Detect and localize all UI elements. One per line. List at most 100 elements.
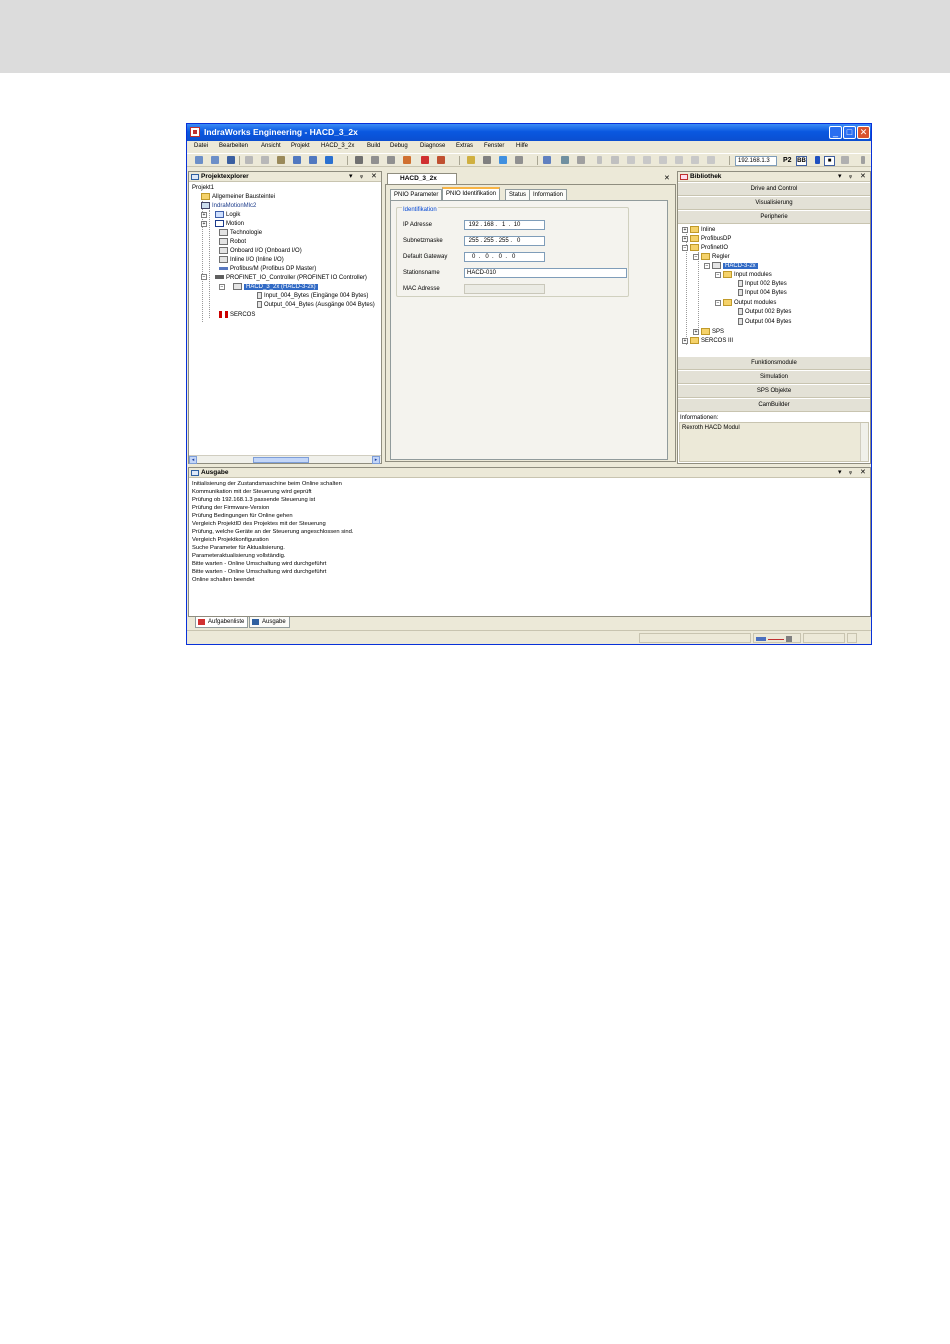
maximize-button[interactable]: □ [843, 126, 856, 139]
tree-item-inline-io[interactable]: Inline I/O (Inline I/O) [219, 256, 284, 265]
scroll-right-icon[interactable]: ▸ [372, 456, 380, 464]
lib-item-sps[interactable]: + SPS [693, 328, 724, 337]
ip-address-field[interactable]: 192 . 168 . 1 . 10 [464, 220, 545, 230]
sync-icon[interactable] [577, 156, 585, 164]
step-over-icon[interactable] [643, 156, 651, 164]
menu-hacd[interactable]: HACD_3_2x [321, 143, 354, 149]
step-icon[interactable] [627, 156, 635, 164]
lib-item-profinetio[interactable]: − ProfinetIO [682, 244, 728, 253]
lib-item-input-modules[interactable]: − Input modules [715, 271, 772, 280]
view-icon[interactable] [499, 156, 507, 164]
tree-item-logik[interactable]: + Logik [201, 211, 240, 220]
tab-pnio-identifikation[interactable]: PNIO Identifikation [442, 187, 501, 200]
tree-item-output-004[interactable]: Output_004_Bytes (Ausgänge 004 Bytes) [257, 301, 375, 310]
expand-icon[interactable]: + [682, 235, 688, 242]
library-section-cambuilder[interactable]: CamBuilder [678, 399, 870, 412]
tree-item-sercos[interactable]: SERCOS [219, 311, 255, 320]
scan-icon[interactable] [561, 156, 569, 164]
menu-hilfe[interactable]: Hilfe [516, 143, 528, 149]
stop-icon[interactable] [611, 156, 619, 164]
close-button[interactable]: ✕ [857, 126, 870, 139]
run-icon[interactable] [597, 156, 602, 164]
lib-item-sercos3[interactable]: + SERCOS III [682, 337, 733, 346]
breakpoint-icon[interactable] [675, 156, 683, 164]
panel-menu-icon[interactable]: ▾ [349, 172, 353, 180]
scroll-left-icon[interactable]: ◂ [189, 456, 197, 464]
download-icon[interactable] [403, 156, 411, 164]
expand-icon[interactable]: + [201, 211, 207, 218]
menu-diagnose[interactable]: Diagnose [420, 143, 445, 149]
tree-item-hacd[interactable]: − HACD_3_2x (HACD-3-2x) [219, 283, 318, 292]
network-icon[interactable] [543, 156, 551, 164]
save-icon[interactable] [227, 156, 235, 164]
open-icon[interactable] [211, 156, 219, 164]
library-section-funktionsmodule[interactable]: Funktionsmodule [678, 357, 870, 370]
lib-item-input-002[interactable]: Input 002 Bytes [738, 280, 787, 289]
collapse-icon[interactable]: − [715, 271, 721, 278]
tree-item-profibus[interactable]: Profibus/M (Profibus DP Master) [219, 265, 316, 274]
panel-close-icon[interactable]: ✕ [371, 172, 377, 180]
clean-icon[interactable] [387, 156, 395, 164]
lib-item-output-modules[interactable]: − Output modules [715, 299, 776, 308]
info-vertical-scrollbar[interactable] [860, 423, 868, 461]
new-icon[interactable] [195, 156, 203, 164]
tab-pnio-parameter[interactable]: PNIO Parameter [390, 189, 443, 200]
bb-button[interactable]: BB [796, 156, 807, 166]
tree-item-motion[interactable]: + Motion [201, 220, 244, 229]
paste-icon[interactable] [277, 156, 285, 164]
lib-item-output-002[interactable]: Output 002 Bytes [738, 308, 791, 317]
panel-close-icon[interactable]: ✕ [860, 468, 866, 476]
tree-item-input-004[interactable]: Input_004_Bytes (Eingänge 004 Bytes) [257, 292, 368, 301]
collapse-icon[interactable]: − [219, 283, 225, 290]
menu-bearbeiten[interactable]: Bearbeiten [219, 143, 248, 149]
panel-menu-icon[interactable]: ▾ [838, 468, 842, 476]
tree-item-project[interactable]: Projekt1 [192, 184, 214, 193]
collapse-icon[interactable]: − [715, 299, 721, 306]
explorer-horizontal-scrollbar[interactable]: ◂ ▸ [189, 455, 381, 464]
tab-aufgabenliste[interactable]: Aufgabenliste [195, 617, 249, 628]
lib-item-profibusdp[interactable]: + ProfibusDP [682, 235, 731, 244]
station-name-field[interactable]: HACD-010 [464, 268, 627, 278]
p2-label[interactable]: P2 [783, 156, 792, 166]
subnet-mask-field[interactable]: 255 . 255 . 255 . 0 [464, 236, 545, 246]
collapse-icon[interactable]: − [201, 274, 207, 281]
navigate-icon[interactable] [325, 156, 333, 164]
lib-item-regler[interactable]: − Regler [693, 253, 730, 262]
lib-item-hacd[interactable]: − HACD-3-2x [704, 262, 758, 271]
scroll-thumb[interactable] [253, 457, 309, 463]
expand-icon[interactable]: + [201, 220, 207, 227]
lib-item-output-004[interactable]: Output 004 Bytes [738, 318, 791, 327]
copy-icon[interactable] [261, 156, 269, 164]
play-icon[interactable] [815, 156, 820, 164]
stop-button[interactable]: ■ [824, 156, 835, 166]
tree-item-onboard-io[interactable]: Onboard I/O (Onboard I/O) [219, 247, 302, 256]
target-ip-field[interactable]: 192.168.1.3 [735, 156, 777, 166]
pin-icon[interactable]: ᵩ [849, 172, 852, 179]
library-section-peripherie[interactable]: Peripherie [678, 211, 870, 224]
tree-item-profinet-controller[interactable]: − PROFINET_IO_Controller (PROFINET IO Con… [201, 274, 367, 283]
document-tab-hacd[interactable]: HACD_3_2x [387, 173, 457, 184]
panel-menu-icon[interactable]: ▾ [838, 172, 842, 180]
pin-icon[interactable]: ᵩ [360, 172, 363, 179]
title-bar[interactable]: IndraWorks Engineering - HACD_3_2x _ □ ✕ [187, 124, 871, 141]
tree-item-general-block[interactable]: Allgemeiner Bausteintei [201, 193, 275, 202]
tree-item-technologie[interactable]: Technologie [219, 229, 262, 238]
menu-ansicht[interactable]: Ansicht [261, 143, 281, 149]
tree-item-robot[interactable]: Robot [219, 238, 246, 247]
settings-icon[interactable] [515, 156, 523, 164]
collapse-icon[interactable]: − [704, 262, 710, 269]
step-out-icon[interactable] [659, 156, 667, 164]
watch-icon[interactable] [691, 156, 699, 164]
menu-projekt[interactable]: Projekt [291, 143, 310, 149]
login-icon[interactable] [421, 156, 429, 164]
library-section-visualisierung[interactable]: Visualisierung [678, 197, 870, 210]
redo-icon[interactable] [309, 156, 317, 164]
library-section-simulation[interactable]: Simulation [678, 371, 870, 384]
menu-datei[interactable]: Datei [194, 143, 208, 149]
menu-fenster[interactable]: Fenster [484, 143, 504, 149]
panel-close-icon[interactable]: ✕ [860, 172, 866, 180]
tree-item-indramotion[interactable]: IndraMotionMlc2 [201, 202, 256, 211]
mode-icon[interactable] [841, 156, 849, 164]
cut-icon[interactable] [245, 156, 253, 164]
lib-item-inline[interactable]: + Inline [682, 226, 715, 235]
